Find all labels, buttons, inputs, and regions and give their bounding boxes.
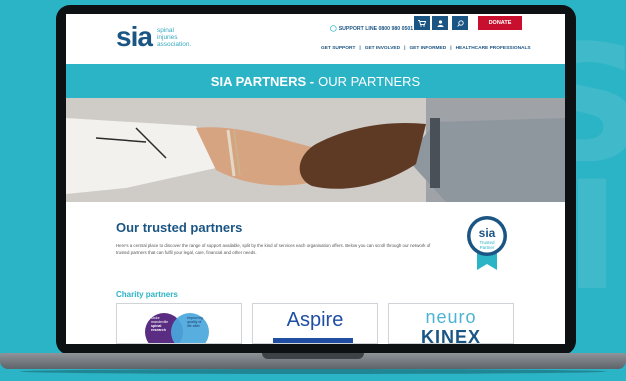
hero-handshake-image xyxy=(66,98,565,202)
cart-button[interactable] xyxy=(414,16,430,30)
support-line-text: SUPPORT LINE 0800 980 0501 xyxy=(338,25,414,32)
page-banner: SIA PARTNERS - OUR PARTNERS xyxy=(66,64,565,98)
search-button[interactable] xyxy=(452,16,468,30)
sia-logo[interactable]: sia spinal injuries association. xyxy=(116,23,191,51)
main-content: Our trusted partners Here's a central pl… xyxy=(66,202,565,344)
aspire-logo-bar xyxy=(273,338,353,343)
page-title: Our trusted partners xyxy=(116,220,243,235)
banner-bold-text: SIA PARTNERS - xyxy=(210,73,315,89)
banner-light-text: OUR PARTNERS xyxy=(318,73,421,89)
site-header: sia spinal injuries association. ◯ SUPPO… xyxy=(66,14,565,64)
top-navigation: GET SUPPORT | GET INVOLVED | GET INFORME… xyxy=(321,46,531,51)
search-icon xyxy=(456,19,464,27)
nav-get-involved[interactable]: GET INVOLVED xyxy=(365,46,400,51)
support-line[interactable]: ◯ SUPPORT LINE 0800 980 0501 xyxy=(330,25,414,33)
nav-healthcare-professionals[interactable]: HEALTHCARE PROFESSIONALS xyxy=(456,46,531,51)
cart-icon xyxy=(418,19,426,27)
logo-wordmark: spinal injuries association. xyxy=(156,26,192,48)
laptop-shadow xyxy=(20,369,606,374)
donate-button[interactable]: DONATE xyxy=(478,16,522,30)
nav-get-support[interactable]: GET SUPPORT xyxy=(321,46,355,51)
kinex-logo-text: KINEX xyxy=(420,327,481,344)
aspire-logo-text: Aspire xyxy=(286,309,344,331)
partner-card-neurokinex[interactable]: neuro KINEX xyxy=(388,303,514,344)
trusted-partner-badge: sia Trusted Partner xyxy=(465,214,509,277)
laptop-hinge-notch xyxy=(262,353,364,359)
speech-bubble-icon: ◯ xyxy=(330,26,337,32)
laptop-screen: sia spinal injuries association. ◯ SUPPO… xyxy=(66,14,565,344)
badge-line2: Partner xyxy=(480,245,495,250)
intro-text: Here's a central place to discover the r… xyxy=(116,243,431,255)
logo-mark: sia xyxy=(116,21,153,52)
user-icon xyxy=(437,19,443,27)
card-logo-text-left: stoke mandeville spinal research xyxy=(151,316,169,332)
account-button[interactable] xyxy=(432,16,448,30)
nav-get-informed[interactable]: GET INFORMED xyxy=(409,46,446,51)
partner-card-aspire[interactable]: Aspire xyxy=(252,303,378,344)
neuro-logo-text: neuro xyxy=(425,307,477,327)
card-logo-text-right: Improving quality of life after xyxy=(187,316,203,328)
badge-mark: sia xyxy=(479,226,496,240)
partner-card-stoke-mandeville[interactable]: stoke mandeville spinal research Improvi… xyxy=(116,303,242,344)
section-heading-charity-partners: Charity partners xyxy=(116,290,178,299)
